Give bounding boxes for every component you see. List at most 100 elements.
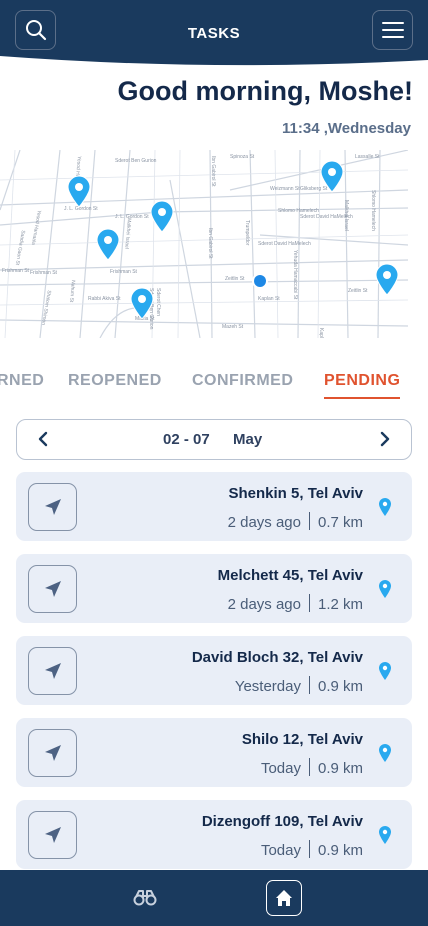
task-time: Today — [260, 760, 301, 777]
map-label: Frishman St — [30, 270, 58, 276]
map-label: Malkhei Israel — [343, 200, 349, 231]
chevron-left-icon — [38, 431, 48, 447]
task-meta: 2 days ago 1.2 km — [228, 594, 363, 613]
navigation-arrow-icon — [44, 499, 61, 515]
task-distance: 0.7 km — [317, 514, 363, 531]
map-label: Nahum St — [68, 280, 76, 303]
task-time: Today — [260, 842, 301, 859]
tab-reopened[interactable]: REOPENED — [68, 372, 162, 390]
location-pin-icon[interactable] — [375, 742, 395, 764]
map-label: Shlomo Hamelech — [370, 190, 376, 231]
navigate-button[interactable] — [28, 647, 77, 695]
task-meta: Today 0.9 km — [261, 758, 363, 777]
task-time: 2 days ago — [227, 514, 301, 531]
tab-confirmed[interactable]: CONFIRMED — [192, 372, 293, 390]
map-label: Saadia Gaon St — [14, 230, 26, 266]
tasks-map[interactable]: J. L. Gordon St J. L. Gordon St Frishman… — [0, 150, 408, 338]
map-pin[interactable] — [150, 200, 174, 233]
app-header: TASKS — [0, 0, 428, 80]
task-card[interactable]: Dizengoff 109, Tel Aviv Today 0.9 km — [16, 800, 412, 869]
task-distance: 0.9 km — [317, 678, 363, 695]
greeting-heading: Good morning, Moshe! — [117, 76, 413, 106]
map-label: Kaplan St — [318, 328, 324, 338]
task-address: Melchett 45, Tel Aviv — [217, 567, 363, 584]
status-tabs: RNED REOPENED CONFIRMED PENDING — [0, 372, 428, 402]
navigation-arrow-icon — [44, 581, 61, 597]
map-label: Ibn Gabirol St — [210, 156, 216, 187]
navigate-button[interactable] — [28, 565, 77, 613]
task-time: 2 days ago — [227, 596, 301, 613]
chevron-right-icon — [380, 431, 390, 447]
page-title: TASKS — [187, 25, 241, 42]
task-address: Shenkin 5, Tel Aviv — [228, 485, 364, 502]
map-label: Mazeh St — [222, 324, 244, 330]
task-card[interactable]: David Bloch 32, Tel Aviv Yesterday 0.9 km — [16, 636, 412, 705]
home-button[interactable] — [266, 880, 302, 916]
tab-pending[interactable]: PENDING — [324, 372, 401, 399]
navigation-arrow-icon — [44, 827, 61, 843]
navigate-button[interactable] — [28, 483, 77, 531]
date-range-label: 02 - 07 — [163, 431, 210, 448]
divider — [308, 758, 310, 776]
divider — [308, 840, 310, 858]
navigate-button[interactable] — [28, 729, 77, 777]
task-meta: Today 0.9 km — [261, 840, 363, 859]
map-label: Yesod Hamaala — [30, 210, 42, 246]
map-label: Sderot Ben Gurion — [115, 158, 157, 164]
task-meta: Yesterday 0.9 km — [235, 676, 363, 695]
date-range-selector: 02 - 07 May — [16, 419, 412, 460]
task-list: Shenkin 5, Tel Aviv 2 days ago 0.7 km Mel… — [16, 472, 412, 870]
map-label: Lassalle St — [355, 154, 380, 160]
location-pin-icon[interactable] — [375, 660, 395, 682]
map-label: Weizmann St — [270, 186, 300, 192]
map-label: Spinoza St — [230, 154, 255, 160]
divider — [308, 512, 310, 530]
location-pin-icon[interactable] — [375, 496, 395, 518]
current-location-marker — [252, 273, 268, 289]
location-pin-icon[interactable] — [375, 824, 395, 846]
previous-week-button[interactable] — [33, 429, 53, 449]
map-label: Zeitlin St — [348, 288, 368, 294]
tab-returned[interactable]: RNED — [0, 372, 44, 390]
task-address: Shilo 12, Tel Aviv — [241, 731, 363, 748]
divider — [308, 676, 310, 694]
divider — [308, 594, 310, 612]
map-label: Gliksberg St — [300, 186, 328, 192]
task-address: David Bloch 32, Tel Aviv — [191, 649, 363, 666]
navigation-arrow-icon — [44, 745, 61, 761]
home-icon — [276, 890, 292, 906]
date-month-label: May — [233, 431, 263, 448]
bottom-nav-bar — [0, 870, 428, 926]
map-label: Frishman St — [110, 269, 138, 275]
map-label: Rabbi Akiva St — [88, 296, 121, 302]
task-distance: 1.2 km — [317, 596, 363, 613]
navigate-button[interactable] — [28, 811, 77, 859]
navigation-arrow-icon — [44, 663, 61, 679]
task-time: Yesterday — [234, 678, 301, 695]
map-label: Ibn Gabirol St — [207, 228, 213, 259]
task-distance: 0.9 km — [317, 842, 363, 859]
current-time: 11:34 ,Wednesday — [282, 120, 411, 137]
task-distance: 0.9 km — [317, 760, 363, 777]
map-pin[interactable] — [96, 228, 120, 261]
map-label: Frishman St — [2, 268, 30, 274]
binoculars-icon[interactable] — [133, 888, 157, 906]
map-label: Sderot David HaMelech — [258, 241, 311, 247]
task-address: Dizengoff 109, Tel Aviv — [201, 813, 363, 830]
map-label: Sderot Chen — [155, 288, 161, 316]
map-label: Shlomo Hamelech — [278, 208, 319, 214]
task-meta: 2 days ago 0.7 km — [228, 512, 363, 531]
map-label: Yehuda Hamaccabi St — [292, 250, 298, 300]
task-card[interactable]: Shilo 12, Tel Aviv Today 0.9 km — [16, 718, 412, 787]
task-card[interactable]: Melchett 45, Tel Aviv 2 days ago 1.2 km — [16, 554, 412, 623]
next-week-button[interactable] — [375, 429, 395, 449]
map-label: Kaplan St — [258, 296, 280, 302]
map-label: Zeitlin St — [225, 276, 245, 282]
menu-button[interactable] — [372, 10, 413, 50]
map-pin[interactable] — [375, 263, 399, 296]
map-label: Trumpeldor — [244, 220, 250, 246]
location-pin-icon[interactable] — [375, 578, 395, 600]
map-label: J. L. Gordon St — [64, 206, 98, 212]
hamburger-menu-icon — [381, 22, 404, 38]
task-card[interactable]: Shenkin 5, Tel Aviv 2 days ago 0.7 km — [16, 472, 412, 541]
